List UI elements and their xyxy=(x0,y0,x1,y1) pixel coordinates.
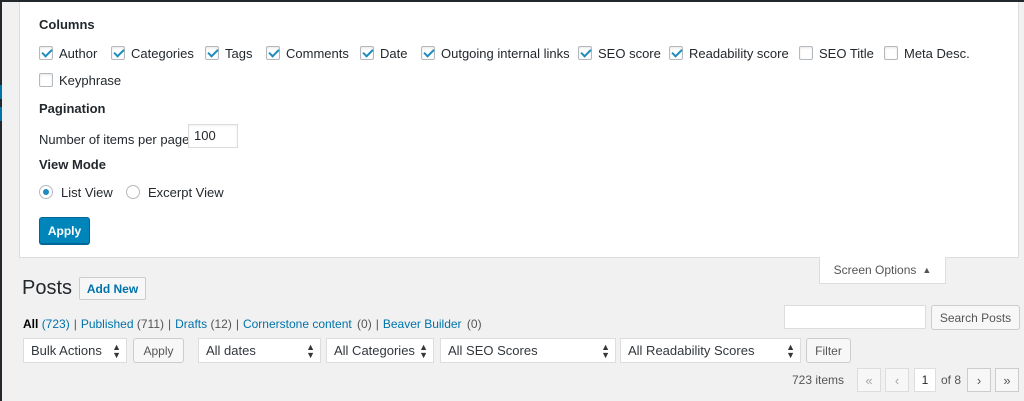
filter-count: (0) xyxy=(466,317,482,331)
checkbox[interactable] xyxy=(111,46,125,60)
checkbox-label: Outgoing internal links xyxy=(441,45,570,61)
select-arrows-icon: ▲ ▼ xyxy=(601,342,610,360)
checkbox-label: SEO Title xyxy=(819,45,874,61)
checkbox-label: Keyphrase xyxy=(59,72,122,88)
items-per-page-label: Number of items per page: xyxy=(39,132,193,147)
separator: | xyxy=(73,317,77,331)
seo-score-filter-select[interactable]: All SEO Scores ▲ ▼ xyxy=(440,338,616,363)
checkbox[interactable] xyxy=(669,46,683,60)
checkbox-label: Readability score xyxy=(689,45,789,61)
items-per-page-input[interactable]: 100 xyxy=(188,124,238,148)
filter-cornerstone[interactable]: Cornerstone content xyxy=(243,317,352,331)
column-toggle-comments[interactable]: Comments xyxy=(266,44,349,62)
admin-menu-edge xyxy=(0,0,2,401)
post-status-filters: All (723) | Published (711) | Drafts (12) | Co… xyxy=(23,317,482,331)
filter-beaver-builder[interactable]: Beaver Builder xyxy=(383,317,462,331)
checkbox-label: SEO score xyxy=(598,45,661,61)
checkbox-label: Meta Desc. xyxy=(904,45,970,61)
checkbox[interactable] xyxy=(799,46,813,60)
date-filter-select[interactable]: All dates ▲ ▼ xyxy=(198,338,321,363)
radio-button[interactable] xyxy=(39,185,53,199)
select-arrows-icon: ▲ ▼ xyxy=(112,342,121,360)
caret-up-icon: ▲ xyxy=(922,265,932,275)
column-toggle-tags[interactable]: Tags xyxy=(205,44,252,62)
select-value: All Categories xyxy=(334,343,415,358)
checkbox-label: Categories xyxy=(131,45,194,61)
filter-published[interactable]: Published xyxy=(81,317,134,331)
bulk-actions-select[interactable]: Bulk Actions ▲ ▼ xyxy=(23,338,127,363)
columns-title: Columns xyxy=(39,17,95,32)
view-mode-title: View Mode xyxy=(39,157,106,172)
add-new-button[interactable]: Add New xyxy=(79,277,146,300)
last-page-button[interactable]: » xyxy=(995,368,1019,392)
select-value: All dates xyxy=(206,343,256,358)
first-page-icon: « xyxy=(857,368,881,392)
items-count: 723 items xyxy=(792,373,845,387)
radio-label: Excerpt View xyxy=(148,184,224,200)
select-arrows-icon: ▲ ▼ xyxy=(306,342,315,360)
separator: | xyxy=(168,317,172,331)
column-toggle-seo-score[interactable]: SEO score xyxy=(578,44,661,62)
current-page-input[interactable]: 1 xyxy=(914,368,936,392)
checkbox[interactable] xyxy=(578,46,592,60)
search-input[interactable] xyxy=(784,305,926,329)
column-toggle-outgoing-links[interactable]: Outgoing internal links xyxy=(421,44,570,62)
checkbox-label: Date xyxy=(380,45,408,61)
column-toggle-meta-desc[interactable]: Meta Desc. xyxy=(884,44,970,62)
checkbox[interactable] xyxy=(360,46,374,60)
view-mode-list[interactable]: List View xyxy=(39,183,113,201)
filter-count: (723) xyxy=(41,317,70,331)
checkbox[interactable] xyxy=(39,46,53,60)
column-toggle-categories[interactable]: Categories xyxy=(111,44,194,62)
category-filter-select[interactable]: All Categories ▲ ▼ xyxy=(326,338,434,363)
column-toggle-date[interactable]: Date xyxy=(360,44,407,62)
screen-options-label: Screen Options xyxy=(833,263,917,277)
menu-indicator xyxy=(0,107,2,121)
checkbox[interactable] xyxy=(266,46,280,60)
select-value: Bulk Actions xyxy=(31,343,102,358)
checkbox-label: Author xyxy=(59,45,98,61)
bulk-apply-button[interactable]: Apply xyxy=(133,338,184,363)
select-arrows-icon: ▲ ▼ xyxy=(786,342,795,360)
select-value: All SEO Scores xyxy=(448,343,538,358)
menu-indicator xyxy=(0,85,2,99)
column-toggle-keyphrase[interactable]: Keyphrase xyxy=(39,71,121,89)
search-posts-button[interactable]: Search Posts xyxy=(931,305,1020,330)
checkbox[interactable] xyxy=(421,46,435,60)
radio-label: List View xyxy=(61,184,113,200)
separator: | xyxy=(375,317,379,331)
checkbox-label: Comments xyxy=(286,45,349,61)
radio-button[interactable] xyxy=(126,185,140,199)
column-toggle-readability[interactable]: Readability score xyxy=(669,44,789,62)
filter-count: (711) xyxy=(136,317,165,331)
page-title: Posts xyxy=(22,277,73,299)
checkbox[interactable] xyxy=(39,73,53,87)
filter-count: (0) xyxy=(357,317,372,331)
separator: | xyxy=(235,317,239,331)
filter-all[interactable]: All xyxy=(23,317,38,331)
checkbox-label: Tags xyxy=(225,45,253,61)
filter-count: (12) xyxy=(210,317,232,331)
filter-drafts[interactable]: Drafts xyxy=(175,317,207,331)
screen-options-apply-button[interactable]: Apply xyxy=(39,217,90,244)
filter-button[interactable]: Filter xyxy=(806,338,851,363)
select-value: All Readability Scores xyxy=(628,343,755,358)
view-mode-excerpt[interactable]: Excerpt View xyxy=(126,183,224,201)
select-arrows-icon: ▲ ▼ xyxy=(419,342,428,360)
next-page-button[interactable]: › xyxy=(967,368,991,392)
column-toggle-seo-title[interactable]: SEO Title xyxy=(799,44,874,62)
screen-options-toggle[interactable]: Screen Options ▲ xyxy=(819,257,946,284)
readability-filter-select[interactable]: All Readability Scores ▲ ▼ xyxy=(620,338,801,363)
column-toggle-author[interactable]: Author xyxy=(39,44,97,62)
checkbox[interactable] xyxy=(884,46,898,60)
prev-page-icon: ‹ xyxy=(885,368,909,392)
pagination-title: Pagination xyxy=(39,101,106,116)
checkbox[interactable] xyxy=(205,46,219,60)
total-pages: of 8 xyxy=(941,373,962,387)
screen-options-panel: Columns Author Categories Tags Comments … xyxy=(19,2,1019,258)
